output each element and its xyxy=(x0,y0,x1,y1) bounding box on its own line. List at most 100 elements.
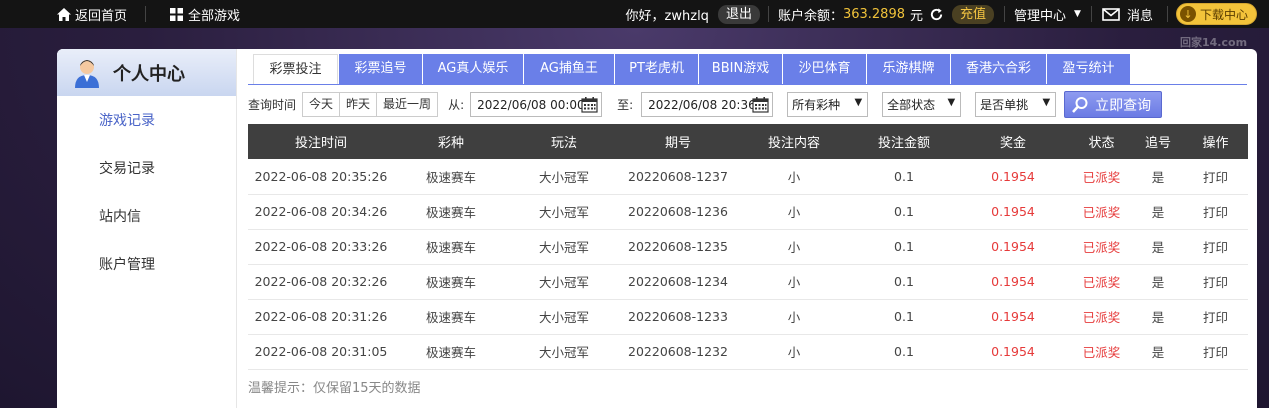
col-bet-time[interactable]: 投注时间 xyxy=(248,124,394,159)
cell-play: 大小冠军 xyxy=(508,159,620,195)
grid-icon xyxy=(170,7,184,21)
cell-bet-time: 2022-06-08 20:31:26 xyxy=(248,299,394,335)
calendar-icon[interactable] xyxy=(581,96,598,113)
cell-issue: 20220608-1234 xyxy=(620,264,736,300)
cell-lottery: 极速赛车 xyxy=(394,194,508,230)
single-pick-value: 是否单挑 xyxy=(980,98,1029,112)
cell-bonus: 0.1954 xyxy=(956,264,1070,300)
tab-bbin-games[interactable]: BBIN游戏 xyxy=(699,54,782,84)
home-link[interactable]: 返回首页 xyxy=(57,0,127,28)
lottery-type-select[interactable]: 所有彩种 ▼ xyxy=(787,92,869,117)
cell-chase: 是 xyxy=(1133,264,1183,300)
greeting-text: 你好，zwhzlq xyxy=(626,0,709,28)
tab-ag-live[interactable]: AG真人娱乐 xyxy=(423,54,523,84)
query-time-label: 查询时间 xyxy=(248,98,297,112)
sidebar-header: 个人中心 xyxy=(57,49,236,96)
col-issue[interactable]: 期号 xyxy=(620,124,736,159)
search-icon xyxy=(1072,96,1088,113)
col-play[interactable]: 玩法 xyxy=(508,124,620,159)
cell-bet-content: 小 xyxy=(736,334,852,370)
col-lottery[interactable]: 彩种 xyxy=(394,124,508,159)
chevron-down-icon: ▼ xyxy=(947,97,956,108)
cell-play: 大小冠军 xyxy=(508,264,620,300)
user-avatar-icon xyxy=(75,59,99,88)
messages-link[interactable]: 消息 xyxy=(1102,0,1153,28)
cell-lottery: 极速赛车 xyxy=(394,159,508,195)
single-pick-select[interactable]: 是否单挑 ▼ xyxy=(975,92,1057,117)
filter-bar: 查询时间 今天 昨天 最近一周 从: 2022/06/08 00:00 至: 2 xyxy=(248,91,1163,118)
col-action[interactable]: 操作 xyxy=(1183,124,1248,159)
quick-range-today[interactable]: 今天 xyxy=(303,93,341,116)
cell-chase: 是 xyxy=(1133,334,1183,370)
all-games-label: 全部游戏 xyxy=(188,8,241,24)
all-games-link[interactable]: 全部游戏 xyxy=(170,0,240,28)
print-button[interactable]: 打印 xyxy=(1183,229,1248,265)
cell-chase: 是 xyxy=(1133,159,1183,195)
search-button[interactable]: 立即查询 xyxy=(1064,91,1163,118)
tab-leyou-chess[interactable]: 乐游棋牌 xyxy=(867,54,950,84)
balance-display: 账户余额： 363.2898 元 xyxy=(778,0,923,28)
quick-range-last-week[interactable]: 最近一周 xyxy=(377,93,437,116)
cell-bet-content: 小 xyxy=(736,229,852,265)
envelope-icon xyxy=(1102,7,1120,21)
cell-issue: 20220608-1235 xyxy=(620,229,736,265)
col-bonus[interactable]: 奖金 xyxy=(956,124,1070,159)
sidebar-item-transaction-records[interactable]: 交易记录 xyxy=(57,145,236,193)
logout-button[interactable]: 退出 xyxy=(717,4,760,24)
cell-status: 已派奖 xyxy=(1070,159,1133,195)
sidebar-title: 个人中心 xyxy=(113,63,185,85)
print-button[interactable]: 打印 xyxy=(1183,159,1248,195)
col-bet-content[interactable]: 投注内容 xyxy=(736,124,852,159)
print-button[interactable]: 打印 xyxy=(1183,299,1248,335)
cell-issue: 20220608-1233 xyxy=(620,299,736,335)
print-button[interactable]: 打印 xyxy=(1183,334,1248,370)
cell-play: 大小冠军 xyxy=(508,299,620,335)
balance-value: 363.2898 xyxy=(842,6,905,22)
to-date-input[interactable]: 2022/06/08 20:36 xyxy=(641,92,774,117)
cell-bet-amount: 0.1 xyxy=(852,194,956,230)
col-chase[interactable]: 追号 xyxy=(1133,124,1183,159)
calendar-icon[interactable] xyxy=(752,96,769,113)
cell-bet-amount: 0.1 xyxy=(852,299,956,335)
cell-chase: 是 xyxy=(1133,229,1183,265)
sidebar-item-inbox[interactable]: 站内信 xyxy=(57,193,236,241)
tab-ag-fishing[interactable]: AG捕鱼王 xyxy=(524,54,614,84)
sidebar-item-game-records[interactable]: 游戏记录 xyxy=(57,97,236,145)
cell-bonus: 0.1954 xyxy=(956,334,1070,370)
sidebar-item-account-management[interactable]: 账户管理 xyxy=(57,241,236,289)
tab-pt-slots[interactable]: PT老虎机 xyxy=(615,54,698,84)
recharge-button[interactable]: 充值 xyxy=(952,4,995,24)
table-header-row: 投注时间 彩种 玩法 期号 投注内容 投注金额 奖金 状态 追号 操作 xyxy=(248,124,1248,159)
lottery-type-value: 所有彩种 xyxy=(792,98,841,112)
retention-tip: 温馨提示：仅保留15天的数据 xyxy=(248,381,421,396)
cell-bet-time: 2022-06-08 20:31:05 xyxy=(248,334,394,370)
bet-records-table: 投注时间 彩种 玩法 期号 投注内容 投注金额 奖金 状态 追号 操作 2022… xyxy=(248,124,1248,370)
cell-bet-time: 2022-06-08 20:32:26 xyxy=(248,264,394,300)
quick-range-yesterday[interactable]: 昨天 xyxy=(340,93,378,116)
management-dropdown[interactable]: 管理中心 ▼ xyxy=(1014,0,1081,28)
home-link-label: 返回首页 xyxy=(75,8,128,24)
greeting-label: 你好，zwhzlq xyxy=(625,8,709,24)
download-center-button[interactable]: ↓ 下载中心 xyxy=(1175,3,1257,25)
cell-bet-amount: 0.1 xyxy=(852,334,956,370)
from-date-input[interactable]: 2022/06/08 00:00 xyxy=(470,92,603,117)
table-row: 2022-06-08 20:31:05 极速赛车 大小冠军 20220608-1… xyxy=(248,334,1248,370)
cell-issue: 20220608-1232 xyxy=(620,334,736,370)
col-bet-amount[interactable]: 投注金额 xyxy=(852,124,956,159)
cell-bonus: 0.1954 xyxy=(956,299,1070,335)
tab-hk-mark-six[interactable]: 香港六合彩 xyxy=(951,54,1046,84)
tab-lottery-chase[interactable]: 彩票追号 xyxy=(339,54,422,84)
watermark-logo: 回家14.com xyxy=(1180,36,1248,49)
table-row: 2022-06-08 20:35:26 极速赛车 大小冠军 20220608-1… xyxy=(248,159,1248,195)
tab-bar: 彩票投注 彩票追号 AG真人娱乐 AG捕鱼王 PT老虎机 BBIN游戏 沙巴体育… xyxy=(253,54,1131,84)
col-status[interactable]: 状态 xyxy=(1070,124,1133,159)
print-button[interactable]: 打印 xyxy=(1183,264,1248,300)
status-select[interactable]: 全部状态 ▼ xyxy=(882,92,962,117)
print-button[interactable]: 打印 xyxy=(1183,194,1248,230)
refresh-balance-button[interactable] xyxy=(929,0,944,28)
cell-bet-content: 小 xyxy=(736,194,852,230)
home-icon xyxy=(57,7,71,21)
tab-saba-sports[interactable]: 沙巴体育 xyxy=(783,54,866,84)
tab-profit-loss[interactable]: 盈亏统计 xyxy=(1047,54,1130,84)
tab-lottery-bets[interactable]: 彩票投注 xyxy=(253,54,338,84)
